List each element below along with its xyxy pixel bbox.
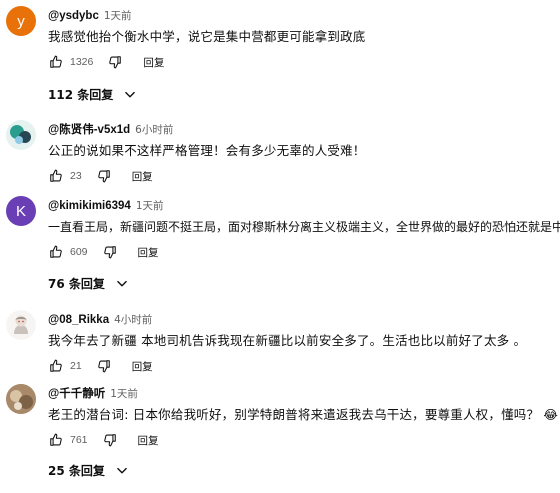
view-replies-button[interactable]: 112 条回复	[48, 86, 137, 103]
like-count: 761	[70, 434, 88, 446]
avatar-image	[6, 310, 36, 340]
dislike-button[interactable]	[102, 244, 118, 260]
like-button[interactable]	[48, 432, 64, 448]
like-button[interactable]	[48, 244, 64, 260]
like-count: 609	[70, 246, 88, 258]
comment-text: 我今年去了新疆 本地司机告诉我现在新疆比以前安全多了。生活也比以前好了太多 。	[48, 333, 527, 348]
reply-button[interactable]: 回复	[138, 245, 159, 260]
chevron-down-icon	[125, 91, 136, 97]
like-count: 23	[70, 170, 82, 182]
comment-author[interactable]: @ysdybc	[48, 10, 99, 22]
comment-time[interactable]: 4小时前	[114, 314, 152, 326]
comment-author[interactable]: @千千静听	[48, 388, 105, 400]
thumbs-down-icon	[103, 246, 116, 259]
thumbs-down-icon	[109, 56, 122, 69]
avatar-image	[6, 120, 36, 150]
avatar-letter: K	[15, 202, 26, 220]
like-count: 21	[70, 360, 82, 372]
comment-time[interactable]: 6小时前	[135, 124, 173, 136]
thumbs-down-icon	[97, 170, 110, 183]
reply-button[interactable]: 回复	[132, 359, 153, 374]
comment-text: 一直看王局，新疆问题不挺王局，面对穆斯林分离主义极端主义，全世界做的最好的恐怕还…	[48, 220, 560, 234]
like-button[interactable]	[48, 54, 64, 70]
thumbs-up-icon	[50, 245, 62, 258]
avatar[interactable]	[6, 310, 36, 340]
dislike-button[interactable]	[96, 358, 112, 374]
comment-text: 老王的潜台词: 日本你给我听好，别学特朗普将来遣返我去乌干达，要尊重人权，懂吗？…	[48, 407, 559, 422]
view-replies-button[interactable]: 76 条回复	[48, 275, 129, 292]
dislike-button[interactable]	[102, 432, 118, 448]
thumbs-down-icon	[103, 434, 116, 447]
avatar[interactable]	[6, 120, 36, 150]
comment-time[interactable]: 1天前	[136, 200, 164, 212]
thumbs-up-icon	[50, 169, 62, 182]
reply-button[interactable]: 回复	[138, 433, 159, 448]
thumbs-up-icon	[50, 359, 62, 372]
thumbs-up-icon	[50, 55, 62, 68]
reply-button[interactable]: 回复	[143, 55, 164, 70]
comment-author[interactable]: @陈贤伟-v5x1d	[48, 124, 130, 136]
avatar-letter: Y	[17, 12, 25, 30]
thumbs-down-icon	[97, 360, 110, 373]
dislike-button[interactable]	[107, 54, 123, 70]
thumbs-up-icon	[50, 433, 62, 446]
chevron-down-icon	[117, 467, 127, 473]
like-count: 1326	[70, 56, 94, 68]
like-button[interactable]	[48, 358, 64, 374]
avatar[interactable]	[6, 384, 36, 414]
replies-count: 76 条回复	[48, 277, 105, 291]
comment-text: 我感觉他抬个衡水中学，说它是集中营都更可能拿到政底	[48, 29, 366, 44]
replies-count: 25 条回复	[48, 464, 105, 478]
comment-time[interactable]: 1天前	[110, 388, 138, 400]
dislike-button[interactable]	[96, 168, 112, 184]
like-button[interactable]	[48, 168, 64, 184]
avatar-image	[6, 384, 36, 414]
comment-text: 公正的说如果不这样严格管理！会有多少无辜的人受难！	[48, 143, 366, 158]
comment-author[interactable]: @08_Rikka	[48, 314, 109, 326]
view-replies-button[interactable]: 25 条回复	[48, 462, 129, 479]
avatar[interactable]: K	[6, 196, 36, 226]
comment-author[interactable]: @kimikimi6394	[48, 200, 131, 212]
avatar[interactable]: Y	[6, 6, 36, 36]
chevron-down-icon	[117, 280, 127, 286]
comment-time[interactable]: 1天前	[104, 10, 132, 22]
replies-count: 112 条回复	[48, 88, 114, 102]
reply-button[interactable]: 回复	[132, 169, 153, 184]
